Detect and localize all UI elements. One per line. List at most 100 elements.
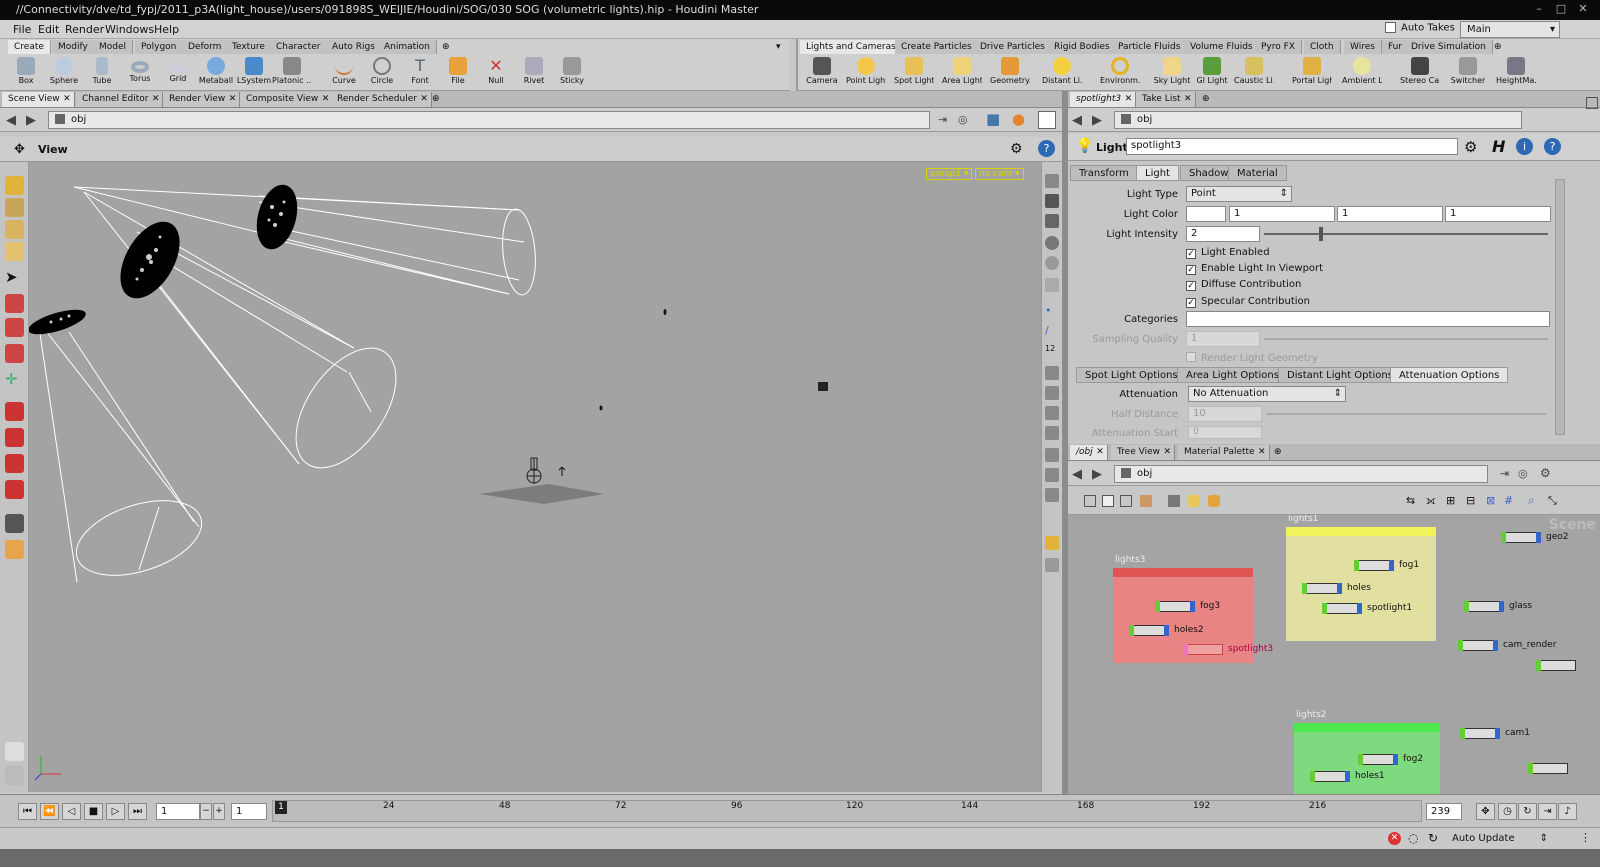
settings-icon[interactable] — [5, 766, 24, 785]
tool-portal-light[interactable]: Portal Light — [1292, 57, 1332, 89]
auto-update-select[interactable]: Auto Update ⇕ — [1452, 831, 1552, 847]
help-icon[interactable]: ? — [1038, 140, 1055, 157]
close-icon[interactable]: ✕ — [322, 92, 330, 107]
light-display-icon[interactable] — [1045, 448, 1059, 462]
back-arrow-icon[interactable]: ◀ — [1072, 113, 1082, 128]
tree-icon[interactable] — [1084, 495, 1096, 507]
realtime-icon[interactable]: ◷ — [1498, 803, 1517, 820]
grip-icon[interactable]: ⋮ — [1580, 831, 1591, 844]
tab-material[interactable]: Material — [1228, 165, 1287, 181]
tool-sky-light[interactable]: Sky Light — [1152, 57, 1192, 89]
node-flag[interactable] — [1458, 640, 1463, 651]
snap-icon[interactable]: ⊠ — [1486, 494, 1495, 507]
node-fog1[interactable]: fog1 — [1354, 560, 1419, 571]
tool-lsystem[interactable]: LSystem — [234, 57, 274, 89]
scale-tool-icon[interactable] — [5, 344, 24, 363]
tool-stereo-camera[interactable]: Stereo Ca... — [1400, 57, 1440, 89]
node-cam-render[interactable]: cam_render — [1458, 640, 1556, 651]
help-icon[interactable]: ? — [1544, 138, 1561, 155]
node-flag[interactable] — [1528, 763, 1533, 774]
tool-circle[interactable]: Circle — [362, 57, 402, 89]
add-tab-icon[interactable]: ⊕ — [432, 92, 440, 107]
node-offscreen[interactable] — [1528, 763, 1568, 774]
node-holes1[interactable]: holes1 — [1310, 771, 1385, 782]
tool-metaball[interactable]: Metaball — [196, 57, 236, 89]
move-tool-icon[interactable] — [5, 294, 24, 313]
menu-file[interactable]: File — [13, 23, 31, 36]
node-fog2[interactable]: fog2 — [1358, 754, 1423, 765]
tool-null[interactable]: ✕ Null — [476, 57, 516, 89]
intensity-slider[interactable] — [1264, 233, 1548, 235]
add-tab-icon[interactable]: ⊕ — [436, 40, 456, 54]
tool-gi-light[interactable]: GI Light — [1192, 57, 1232, 89]
tab-render-view[interactable]: Render View ✕ — [163, 92, 241, 107]
node-glass[interactable]: glass — [1464, 601, 1532, 612]
close-icon[interactable]: ✕ — [63, 92, 71, 107]
zoom-icon[interactable]: ⌕ — [1528, 493, 1535, 508]
list-icon[interactable] — [1102, 495, 1114, 507]
tab-attenuation-options[interactable]: Attenuation Options — [1390, 367, 1509, 383]
node-flag[interactable] — [1393, 754, 1398, 765]
add-tab-icon[interactable]: ⊕ — [1488, 40, 1508, 54]
light-type-select[interactable]: Point ⇕ — [1186, 186, 1292, 202]
param-scrollbar[interactable] — [1555, 179, 1565, 435]
backface-icon[interactable] — [1045, 366, 1059, 380]
point-icon[interactable]: • — [1045, 304, 1059, 318]
intensity-field[interactable]: 2 — [1186, 226, 1260, 242]
close-icon[interactable]: ✕ — [229, 92, 237, 107]
node-flag[interactable] — [1129, 625, 1134, 636]
link-icon[interactable]: ◎ — [1518, 467, 1528, 480]
node-holes2[interactable]: holes2 — [1129, 625, 1204, 636]
node-flag[interactable] — [1358, 754, 1363, 765]
layout-icon[interactable] — [1045, 536, 1059, 550]
node-flag[interactable] — [1499, 601, 1504, 612]
close-icon[interactable]: ✕ — [1574, 2, 1592, 16]
close-icon[interactable]: ✕ — [1125, 92, 1133, 107]
light-color-g[interactable]: 1 — [1337, 206, 1443, 222]
shelf-tab-model[interactable]: Model — [93, 40, 134, 54]
display-options-icon[interactable]: ⚙ — [1010, 141, 1023, 157]
lasso-tool-icon[interactable] — [5, 454, 24, 473]
sticky-icon[interactable] — [1188, 495, 1200, 507]
tool-environment-light[interactable]: Environm... — [1100, 57, 1140, 89]
shelf-tab-volume-fluids[interactable]: Volume Fluids — [1184, 40, 1260, 54]
tool-switcher[interactable]: Switcher — [1448, 57, 1488, 89]
light-color-swatch[interactable] — [1186, 206, 1226, 222]
rotate-tool-icon[interactable] — [5, 318, 24, 337]
handle-tool-icon[interactable] — [5, 242, 24, 261]
shading-icon[interactable] — [1045, 236, 1059, 250]
menu-edit[interactable]: Edit — [38, 23, 59, 36]
half-distance-slider[interactable] — [1266, 413, 1546, 415]
frame-icon[interactable]: ⤡ — [1548, 494, 1557, 508]
view-tool-icon[interactable]: ✥ — [14, 142, 25, 157]
node-flag[interactable] — [1164, 625, 1169, 636]
network-box-icon[interactable] — [1168, 495, 1180, 507]
tab-transform[interactable]: Transform — [1070, 165, 1138, 181]
light-color-b[interactable]: 1 — [1445, 206, 1551, 222]
tool-grid[interactable]: Grid — [158, 57, 198, 89]
back-arrow-icon[interactable]: ◀ — [1072, 467, 1082, 482]
add-tab-icon[interactable]: ⊕ — [1202, 92, 1210, 107]
auto-takes-toggle[interactable]: Auto Takes — [1385, 22, 1455, 34]
current-frame-field[interactable]: 1 — [156, 803, 200, 820]
snapshot-icon[interactable] — [1038, 111, 1056, 129]
network-box-lights2[interactable]: lights2 fog2 holes1 — [1294, 710, 1440, 794]
gear-icon[interactable]: ⚙ — [1464, 138, 1477, 156]
refresh-icon[interactable]: ↻ — [1428, 831, 1438, 845]
node-flag[interactable] — [1536, 532, 1541, 543]
param-path-field[interactable]: obj — [1114, 111, 1522, 129]
node-flag[interactable] — [1389, 560, 1394, 571]
home-icon[interactable] — [1045, 174, 1059, 188]
frame-decrement-icon[interactable]: − — [200, 803, 212, 820]
play-icon[interactable]: ▷ — [106, 803, 125, 820]
axis-tool-icon[interactable]: ✛ — [5, 370, 24, 389]
curve-display-icon[interactable] — [1045, 406, 1059, 420]
stop-icon[interactable]: ■ — [84, 803, 103, 820]
light-color-r[interactable]: 1 — [1229, 206, 1335, 222]
gear-icon[interactable]: ⚙ — [1540, 466, 1551, 480]
range-icon[interactable]: ⇥ — [1538, 803, 1557, 820]
link-icon[interactable]: ◎ — [958, 113, 968, 126]
visibility-icon[interactable] — [1045, 558, 1059, 572]
attenuation-select[interactable]: No Attenuation ⇕ — [1188, 386, 1346, 402]
timeline-cursor[interactable]: 1 — [275, 801, 287, 814]
